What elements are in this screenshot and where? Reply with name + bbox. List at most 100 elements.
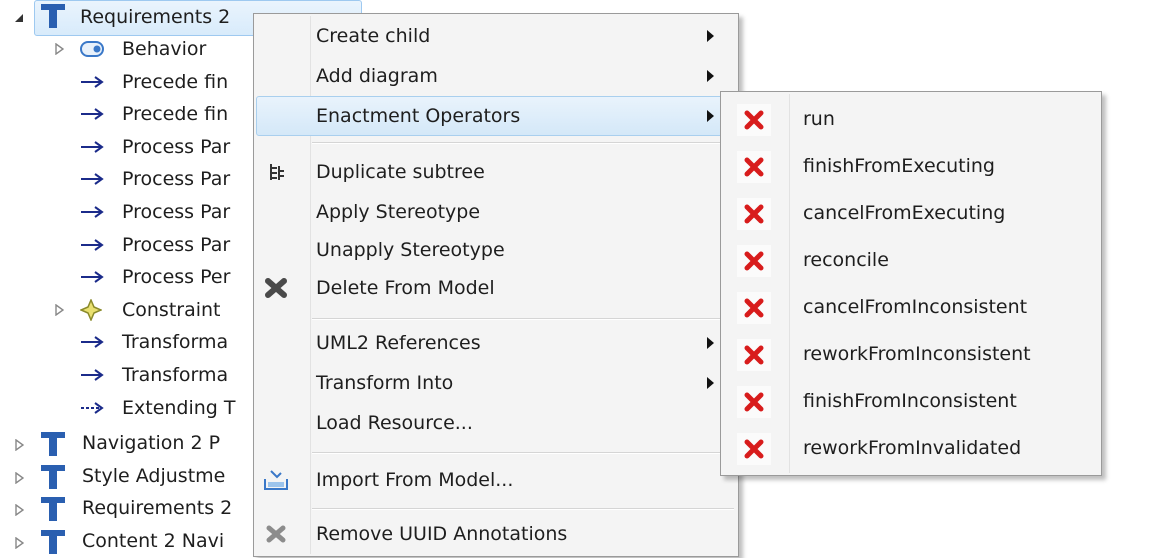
arrow-right-icon	[80, 267, 110, 287]
submenu-item-reworkfrominconsistent[interactable]: reworkFromInconsistent	[723, 331, 1099, 377]
submenu-item-reworkfrominvalidated[interactable]: reworkFromInvalidated	[723, 425, 1099, 471]
menu-item-create-child[interactable]: Create child	[256, 16, 736, 56]
menu-item-label: UML2 References	[316, 332, 481, 354]
menu-item-label: Enactment Operators	[316, 105, 521, 127]
remove-icon	[262, 520, 290, 548]
submenu-item-cancelfrominconsistent[interactable]: cancelFromInconsistent	[723, 284, 1099, 330]
submenu-arrow-icon	[707, 337, 714, 349]
submenu-item-finishfromexecuting[interactable]: finishFromExecuting	[723, 143, 1099, 189]
submenu-arrow-icon	[707, 110, 714, 122]
tree-item-label[interactable]: Process Par	[122, 168, 230, 190]
submenu-item-label: cancelFromExecuting	[803, 202, 1006, 224]
menu-item-add-diagram[interactable]: Add diagram	[256, 56, 736, 96]
submenu-item-finishfrominconsistent[interactable]: finishFromInconsistent	[723, 378, 1099, 424]
type-icon	[40, 463, 66, 491]
red-x-icon	[737, 104, 771, 136]
collapsed-twistie-icon[interactable]	[52, 42, 66, 56]
tree-item-label[interactable]: Style Adjustme	[82, 465, 225, 487]
menu-item-label: Remove UUID Annotations	[316, 523, 568, 545]
submenu-item-label: run	[803, 108, 835, 130]
submenu-arrow-icon	[707, 70, 714, 82]
red-x-icon	[737, 339, 771, 371]
menu-item-apply-stereotype[interactable]: Apply Stereotype	[256, 192, 736, 232]
constraint-icon	[80, 298, 110, 321]
collapsed-twistie-icon[interactable]	[12, 536, 26, 550]
submenu-item-label: reworkFromInconsistent	[803, 343, 1031, 365]
tree-item-label[interactable]: Content 2 Navi	[82, 530, 224, 552]
tree-item-label[interactable]: Behavior	[122, 38, 206, 60]
menu-item-transform-into[interactable]: Transform Into	[256, 363, 736, 403]
menu-item-delete-from-model[interactable]: Delete From Model	[256, 268, 736, 308]
menu-item-unapply-stereotype[interactable]: Unapply Stereotype	[256, 230, 736, 270]
submenu-item-label: cancelFromInconsistent	[803, 296, 1028, 318]
import-icon	[262, 466, 290, 494]
menu-item-label: Unapply Stereotype	[316, 239, 505, 261]
menu-item-label: Load Resource...	[316, 412, 473, 434]
menu-item-load-resource[interactable]: Load Resource...	[256, 403, 736, 443]
menu-item-label: Transform Into	[316, 372, 454, 394]
duplicate-tree-icon	[262, 158, 290, 186]
red-x-icon	[737, 386, 771, 418]
arrow-right-icon	[80, 365, 110, 385]
delete-icon	[262, 274, 290, 302]
type-icon	[40, 2, 66, 30]
arrow-right-icon	[80, 202, 110, 222]
menu-item-duplicate-subtree[interactable]: Duplicate subtree	[256, 152, 736, 192]
tree-item-label[interactable]: Process Par	[122, 136, 230, 158]
menu-item-label: Apply Stereotype	[316, 201, 481, 223]
tree-item-label[interactable]: Process Per	[122, 266, 230, 288]
red-x-icon	[737, 245, 771, 277]
menu-item-label: Import From Model...	[316, 469, 514, 491]
type-icon	[40, 495, 66, 523]
arrow-right-icon	[80, 235, 110, 255]
menu-item-import-from-model[interactable]: Import From Model...	[256, 460, 736, 500]
enactment-operators-submenu: run finishFromExecuting cancelFromExecutin…	[720, 91, 1102, 476]
tree-item-label[interactable]: Constraint	[122, 299, 221, 321]
tree-item-label[interactable]: Process Par	[122, 234, 230, 256]
red-x-icon	[737, 151, 771, 183]
tree-root-label[interactable]: Requirements 2	[80, 6, 230, 28]
menu-item-remove-uuid-annotations[interactable]: Remove UUID Annotations	[256, 514, 736, 554]
collapsed-twistie-icon[interactable]	[52, 303, 66, 317]
menu-item-label: Add diagram	[316, 65, 438, 87]
menu-item-label: Duplicate subtree	[316, 161, 485, 183]
submenu-item-run[interactable]: run	[723, 96, 1099, 142]
arrow-right-icon	[80, 137, 110, 157]
arrow-right-icon	[80, 332, 110, 352]
red-x-icon	[737, 433, 771, 465]
type-icon	[40, 430, 66, 458]
collapsed-twistie-icon[interactable]	[12, 503, 26, 517]
tree-item-label[interactable]: Transforma	[122, 364, 228, 386]
tree-item-label[interactable]: Process Par	[122, 201, 230, 223]
collapsed-twistie-icon[interactable]	[12, 471, 26, 485]
tree-item-label[interactable]: Transforma	[122, 331, 228, 353]
tree-item-label[interactable]: Precede fin	[122, 103, 228, 125]
submenu-arrow-icon	[707, 377, 714, 389]
tree-item-label[interactable]: Navigation 2 P	[82, 432, 220, 454]
red-x-icon	[737, 198, 771, 230]
expanded-twistie-icon[interactable]	[12, 11, 26, 25]
submenu-item-label: reworkFromInvalidated	[803, 437, 1022, 459]
arrow-right-icon	[80, 72, 110, 92]
tree-item-label[interactable]: Extending T	[122, 397, 236, 419]
arrow-right-icon	[80, 169, 110, 189]
dashed-arrow-icon	[80, 398, 110, 418]
submenu-item-cancelfromexecuting[interactable]: cancelFromExecuting	[723, 190, 1099, 236]
tree-item-label[interactable]: Requirements 2	[82, 497, 232, 519]
context-menu: Create child Add diagram Enactment Opera…	[253, 13, 739, 557]
menu-item-enactment-operators[interactable]: Enactment Operators	[256, 96, 736, 136]
type-icon	[40, 528, 66, 556]
red-x-icon	[737, 292, 771, 324]
menu-item-label: Create child	[316, 25, 431, 47]
submenu-arrow-icon	[707, 30, 714, 42]
behavior-icon	[80, 39, 110, 59]
collapsed-twistie-icon[interactable]	[12, 438, 26, 452]
arrow-right-icon	[80, 104, 110, 124]
submenu-item-reconcile[interactable]: reconcile	[723, 237, 1099, 283]
tree-item-label[interactable]: Precede fin	[122, 71, 228, 93]
submenu-item-label: finishFromInconsistent	[803, 390, 1017, 412]
menu-item-label: Delete From Model	[316, 277, 495, 299]
submenu-item-label: reconcile	[803, 249, 889, 271]
submenu-item-label: finishFromExecuting	[803, 155, 995, 177]
menu-item-uml2-references[interactable]: UML2 References	[256, 323, 736, 363]
